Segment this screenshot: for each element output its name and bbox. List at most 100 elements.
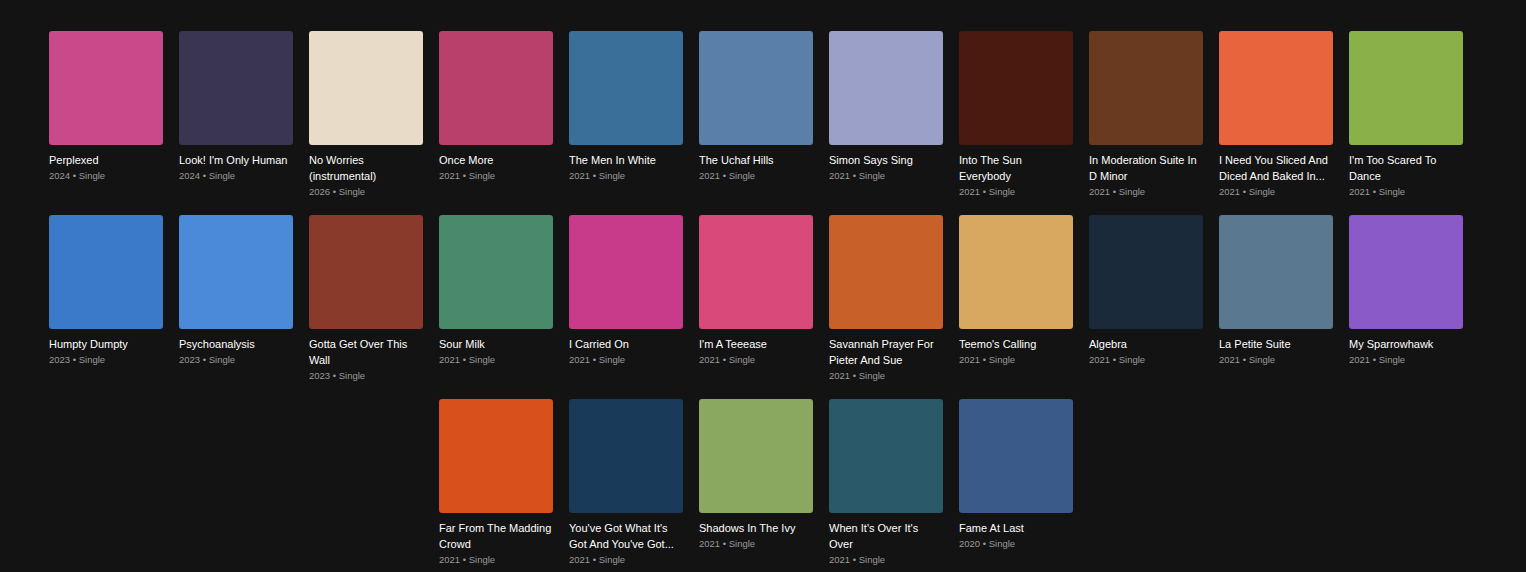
album-meta: 2021 • Single	[1349, 353, 1463, 367]
album-title[interactable]: Psychoanalysis	[179, 336, 293, 352]
album-card[interactable]: Sour Milk2021 • Single	[439, 215, 553, 383]
album-card[interactable]: Psychoanalysis2023 • Single	[179, 215, 293, 383]
album-meta: 2023 • Single	[49, 353, 163, 367]
album-card[interactable]: The Uchaf Hills2021 • Single	[699, 31, 813, 199]
album-title[interactable]: No Worries (instrumental)	[309, 152, 423, 184]
album-cover[interactable]	[829, 215, 943, 329]
album-cover[interactable]	[439, 399, 553, 513]
album-meta: 2021 • Single	[439, 553, 553, 567]
album-title[interactable]: Sour Milk	[439, 336, 553, 352]
album-title[interactable]: I'm Too Scared To Dance	[1349, 152, 1463, 184]
album-cover[interactable]	[439, 31, 553, 145]
album-card[interactable]: Shadows In The Ivy2021 • Single	[699, 399, 813, 567]
album-card[interactable]: I'm Too Scared To Dance2021 • Single	[1349, 31, 1463, 199]
album-cover[interactable]	[699, 399, 813, 513]
album-title[interactable]: Algebra	[1089, 336, 1203, 352]
album-title[interactable]: Far From The Madding Crowd	[439, 520, 553, 552]
album-title[interactable]: The Uchaf Hills	[699, 152, 813, 168]
album-meta: 2021 • Single	[699, 169, 813, 183]
album-cover[interactable]	[1089, 31, 1203, 145]
album-title[interactable]: Teemo's Calling	[959, 336, 1073, 352]
album-card[interactable]: Savannah Prayer For Pieter And Sue2021 •…	[829, 215, 943, 383]
album-cover[interactable]	[309, 31, 423, 145]
album-card[interactable]: Simon Says Sing2021 • Single	[829, 31, 943, 199]
album-title[interactable]: I Need You Sliced And Diced And Baked In…	[1219, 152, 1333, 184]
album-cover[interactable]	[1349, 31, 1463, 145]
album-cover[interactable]	[959, 31, 1073, 145]
album-cover[interactable]	[49, 215, 163, 329]
album-card[interactable]: You've Got What It's Got And You've Got.…	[569, 399, 683, 567]
album-cover[interactable]	[309, 215, 423, 329]
album-title[interactable]: Once More	[439, 152, 553, 168]
album-card[interactable]: No Worries (instrumental)2026 • Single	[309, 31, 423, 199]
album-title[interactable]: Into The Sun Everybody	[959, 152, 1073, 184]
album-meta: 2024 • Single	[179, 169, 293, 183]
album-cover[interactable]	[699, 31, 813, 145]
album-cover[interactable]	[49, 31, 163, 145]
album-meta: 2021 • Single	[699, 537, 813, 551]
album-title[interactable]: When It's Over It's Over	[829, 520, 943, 552]
album-title[interactable]: La Petite Suite	[1219, 336, 1333, 352]
album-card[interactable]: I'm A Teeease2021 • Single	[699, 215, 813, 383]
album-cover[interactable]	[1089, 215, 1203, 329]
album-card[interactable]: In Moderation Suite In D Minor2021 • Sin…	[1089, 31, 1203, 199]
album-meta: 2021 • Single	[1219, 185, 1333, 199]
album-title[interactable]: Perplexed	[49, 152, 163, 168]
album-title[interactable]: I Carried On	[569, 336, 683, 352]
album-meta: 2020 • Single	[959, 537, 1073, 551]
album-meta: 2021 • Single	[1089, 353, 1203, 367]
album-title[interactable]: You've Got What It's Got And You've Got.…	[569, 520, 683, 552]
album-cover[interactable]	[179, 31, 293, 145]
album-card[interactable]: Look! I'm Only Human2024 • Single	[179, 31, 293, 199]
album-meta: 2026 • Single	[309, 185, 423, 199]
album-title[interactable]: Savannah Prayer For Pieter And Sue	[829, 336, 943, 368]
album-title[interactable]: I'm A Teeease	[699, 336, 813, 352]
album-cover[interactable]	[1219, 31, 1333, 145]
album-cover[interactable]	[439, 215, 553, 329]
album-title[interactable]: Shadows In The Ivy	[699, 520, 813, 536]
album-cover[interactable]	[569, 31, 683, 145]
album-card[interactable]: Into The Sun Everybody2021 • Single	[959, 31, 1073, 199]
album-cover[interactable]	[569, 215, 683, 329]
album-meta: 2021 • Single	[829, 369, 943, 383]
album-cover[interactable]	[959, 399, 1073, 513]
album-cover[interactable]	[1349, 215, 1463, 329]
album-meta: 2021 • Single	[959, 185, 1073, 199]
album-title[interactable]: Simon Says Sing	[829, 152, 943, 168]
album-cover[interactable]	[959, 215, 1073, 329]
album-title[interactable]: The Men In White	[569, 152, 683, 168]
album-card[interactable]: Far From The Madding Crowd2021 • Single	[439, 399, 553, 567]
album-card[interactable]: Gotta Get Over This Wall2023 • Single	[309, 215, 423, 383]
album-card[interactable]: Perplexed2024 • Single	[49, 31, 163, 199]
album-meta: 2021 • Single	[959, 353, 1073, 367]
album-card[interactable]: La Petite Suite2021 • Single	[1219, 215, 1333, 383]
album-cover[interactable]	[829, 31, 943, 145]
album-cover[interactable]	[179, 215, 293, 329]
album-card[interactable]: I Carried On2021 • Single	[569, 215, 683, 383]
album-meta: 2021 • Single	[1219, 353, 1333, 367]
album-card[interactable]: Once More2021 • Single	[439, 31, 553, 199]
album-cover[interactable]	[1219, 215, 1333, 329]
album-title[interactable]: Look! I'm Only Human	[179, 152, 293, 168]
album-meta: 2021 • Single	[829, 169, 943, 183]
album-meta: 2023 • Single	[179, 353, 293, 367]
album-cover[interactable]	[699, 215, 813, 329]
album-title[interactable]: In Moderation Suite In D Minor	[1089, 152, 1203, 184]
album-meta: 2021 • Single	[1089, 185, 1203, 199]
album-title[interactable]: Fame At Last	[959, 520, 1073, 536]
album-title[interactable]: Humpty Dumpty	[49, 336, 163, 352]
album-title[interactable]: My Sparrowhawk	[1349, 336, 1463, 352]
album-cover[interactable]	[829, 399, 943, 513]
album-card[interactable]: Fame At Last2020 • Single	[959, 399, 1073, 567]
album-meta: 2021 • Single	[1349, 185, 1463, 199]
album-card[interactable]: My Sparrowhawk2021 • Single	[1349, 215, 1463, 383]
album-card[interactable]: I Need You Sliced And Diced And Baked In…	[1219, 31, 1333, 199]
album-card[interactable]: Teemo's Calling2021 • Single	[959, 215, 1073, 383]
album-card[interactable]: Algebra2021 • Single	[1089, 215, 1203, 383]
album-title[interactable]: Gotta Get Over This Wall	[309, 336, 423, 368]
album-cover[interactable]	[569, 399, 683, 513]
album-card[interactable]: When It's Over It's Over2021 • Single	[829, 399, 943, 567]
album-card[interactable]: Humpty Dumpty2023 • Single	[49, 215, 163, 383]
album-meta: 2021 • Single	[439, 353, 553, 367]
album-card[interactable]: The Men In White2021 • Single	[569, 31, 683, 199]
